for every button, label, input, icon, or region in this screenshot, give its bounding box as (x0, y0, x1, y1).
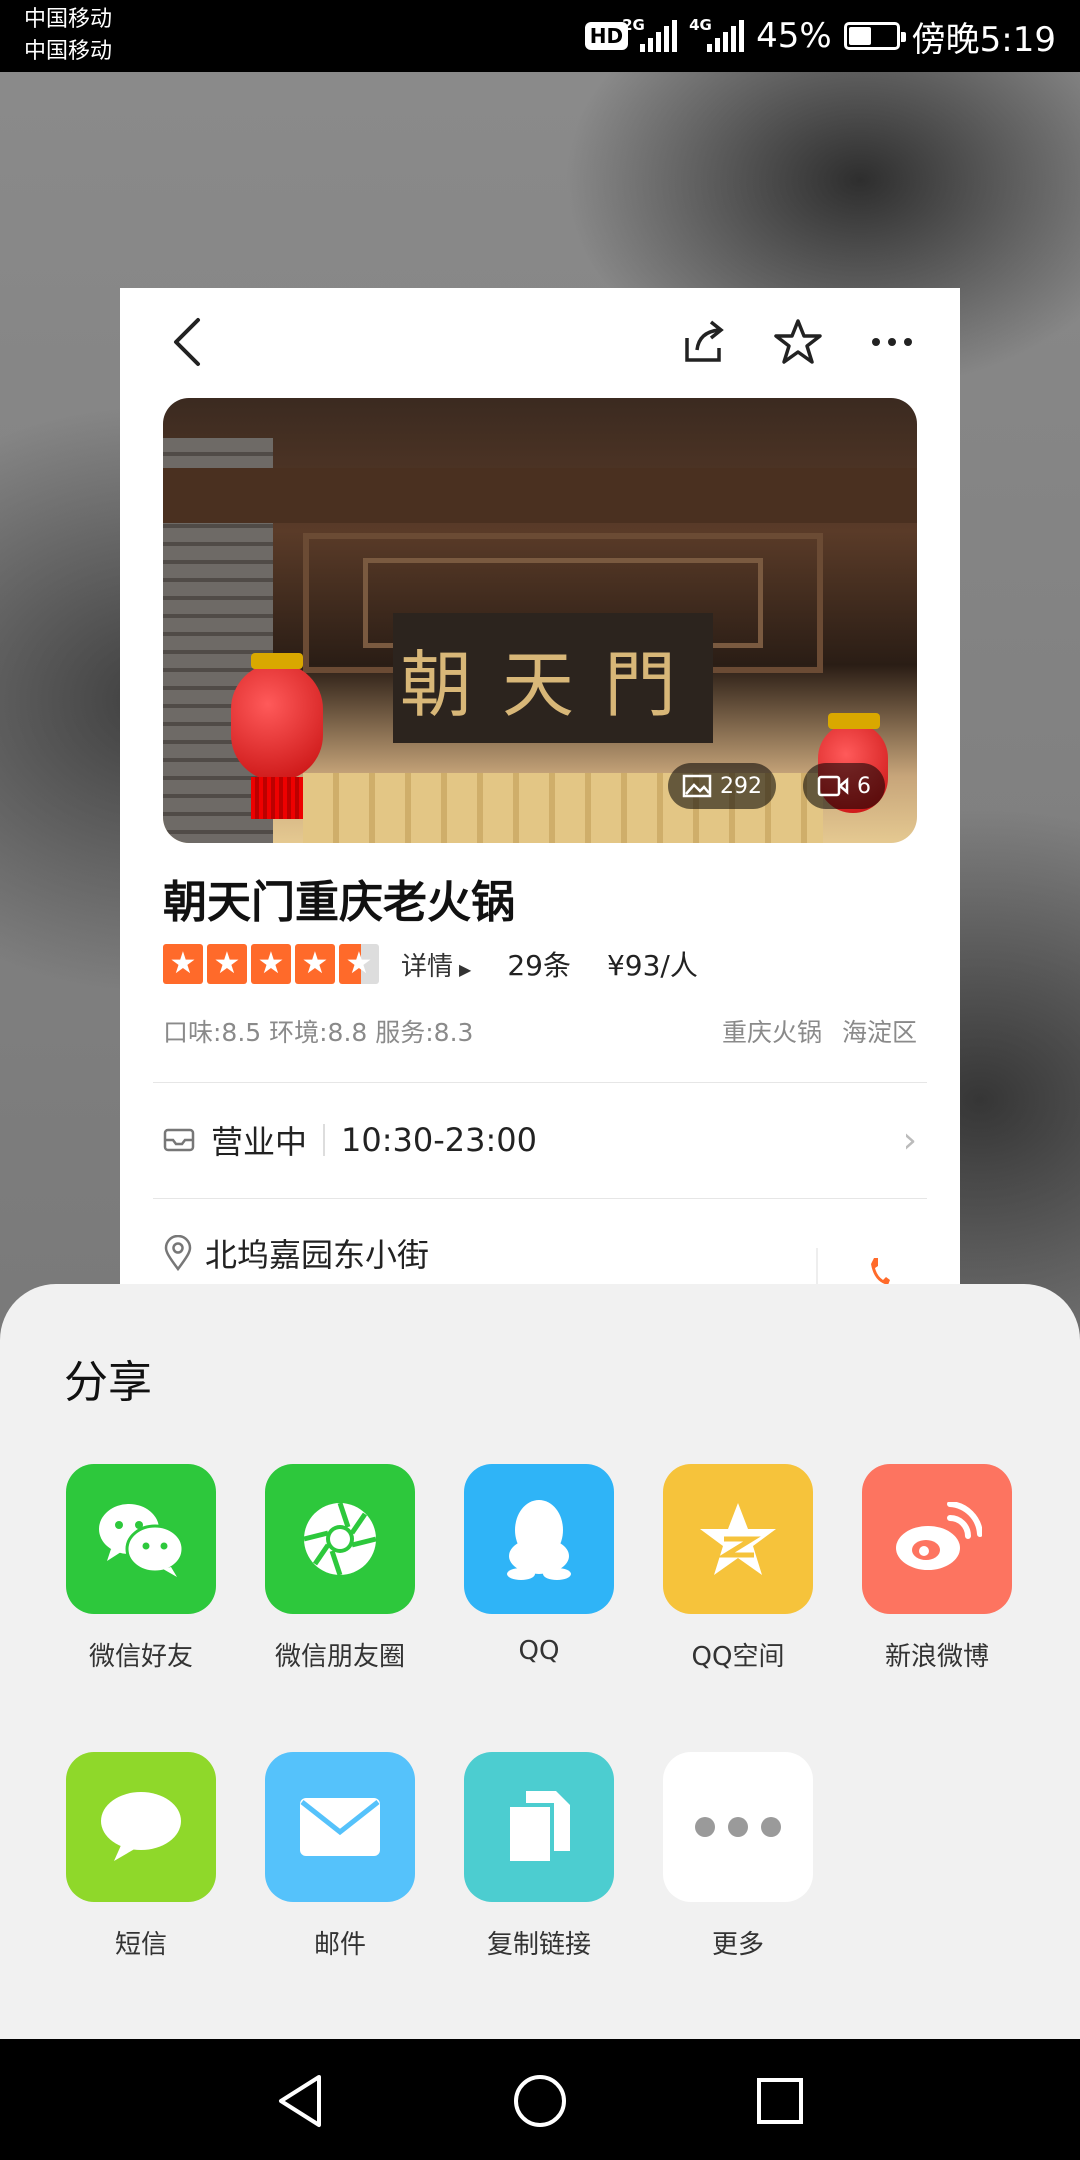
image-icon (682, 774, 712, 798)
shop-address: 北坞嘉园东小街 (205, 1236, 430, 1274)
half-star-icon: ★ (339, 944, 379, 984)
video-count-badge[interactable]: 6 (803, 763, 885, 809)
share-sheet: 分享 微信好友 微信朋友圈 QQ QQ空间 新浪微博 短信 邮件 复制链接 更多 (0, 1284, 1080, 2039)
top-toolbar (120, 288, 960, 398)
share-label: 更多 (711, 1930, 764, 1960)
rating-stars: ★ ★ ★ ★ ★ (163, 944, 379, 984)
shop-icon (163, 1128, 195, 1152)
carrier-2: 中国移动 (24, 39, 113, 64)
battery-percent: 45% (756, 16, 832, 56)
share-label: QQ (518, 1636, 560, 1666)
photo-count: 292 (720, 773, 762, 799)
more-options-icon[interactable] (862, 312, 922, 372)
share-label: 新浪微博 (884, 1642, 989, 1672)
shop-photo[interactable]: 朝天門 292 6 (163, 398, 917, 843)
nav-home-icon[interactable] (500, 2061, 580, 2141)
share-weibo[interactable]: 新浪微博 (852, 1464, 1022, 1673)
star-icon: ★ (295, 944, 335, 984)
share-label: 微信好友 (88, 1642, 193, 1672)
category-tag[interactable]: 重庆火锅 (722, 1013, 822, 1049)
wechat-icon (66, 1464, 216, 1614)
photo-count-badge[interactable]: 292 (668, 763, 776, 809)
star-icon: ★ (251, 944, 291, 984)
share-copy-link[interactable]: 复制链接 (454, 1752, 624, 1961)
share-mail[interactable]: 邮件 (255, 1752, 425, 1961)
moments-icon (265, 1464, 415, 1614)
share-sms[interactable]: 短信 (56, 1752, 226, 1961)
status-bar: 中国移动 中国移动 HD 2G 4G 45% 傍晚5:19 (0, 0, 1080, 72)
share-wechat-friends[interactable]: 微信好友 (56, 1464, 226, 1673)
qzone-icon (663, 1464, 813, 1614)
star-icon: ★ (207, 944, 247, 984)
carrier-1: 中国移动 (24, 7, 113, 32)
star-icon: ★ (163, 944, 203, 984)
signal-4g-icon: 4G (689, 16, 745, 52)
district-tag[interactable]: 海淀区 (842, 1013, 917, 1049)
share-qzone[interactable]: QQ空间 (653, 1464, 823, 1673)
clock: 傍晚5:19 (911, 19, 1056, 60)
shop-signboard: 朝天門 (393, 613, 713, 743)
opening-hours: 10:30-23:00 (341, 1121, 537, 1159)
shop-name: 朝天门重庆老火锅 (163, 877, 515, 928)
share-label: QQ空间 (691, 1642, 785, 1672)
back-icon[interactable] (158, 312, 218, 372)
sms-icon (66, 1752, 216, 1902)
weibo-icon (862, 1464, 1012, 1614)
business-hours-row[interactable]: 营业中 10:30-23:00 › (163, 1110, 917, 1170)
share-more[interactable]: 更多 (653, 1752, 823, 1961)
chevron-right-icon: › (902, 1119, 917, 1161)
favorite-star-icon[interactable] (768, 312, 828, 372)
nav-back-icon[interactable] (260, 2061, 340, 2141)
video-count: 6 (857, 773, 871, 799)
system-nav-bar (0, 2039, 1080, 2160)
battery-icon (843, 22, 906, 50)
share-label: 复制链接 (486, 1930, 591, 1960)
nav-recents-icon[interactable] (740, 2061, 820, 2141)
share-icon[interactable] (675, 312, 735, 372)
shop-card: 朝天門 292 6 朝天门重庆老火锅 ★ ★ ★ ★ ★ 详情 29条 ¥93/… (120, 288, 960, 1388)
divider (153, 1082, 927, 1083)
share-label: 短信 (114, 1930, 167, 1960)
share-qq[interactable]: QQ (454, 1464, 624, 1666)
signal-2g-icon: 2G (622, 16, 678, 52)
divider (153, 1198, 927, 1199)
copy-link-icon (464, 1752, 614, 1902)
rating-detail-link[interactable]: 详情 (401, 946, 471, 983)
share-label: 微信朋友圈 (274, 1642, 405, 1672)
share-sheet-title: 分享 (64, 1357, 152, 1408)
open-status: 营业中 (211, 1123, 308, 1161)
review-count: 29条 (507, 949, 571, 982)
score-breakdown: 口味:8.5 环境:8.8 服务:8.3 (163, 1018, 474, 1047)
avg-price: ¥93/人 (606, 949, 698, 982)
phone-icon[interactable] (868, 1256, 892, 1286)
lantern-left (231, 653, 323, 819)
share-wechat-moments[interactable]: 微信朋友圈 (255, 1464, 425, 1673)
more-icon (663, 1752, 813, 1902)
location-pin-icon (164, 1235, 192, 1271)
video-icon (817, 775, 849, 797)
share-label: 邮件 (313, 1930, 366, 1960)
mail-icon (265, 1752, 415, 1902)
address-row[interactable]: 北坞嘉园东小街 (163, 1230, 429, 1276)
shop-tags: 重庆火锅 海淀区 (722, 1013, 917, 1049)
qq-icon (464, 1464, 614, 1614)
rating-row: ★ ★ ★ ★ ★ 详情 29条 ¥93/人 (163, 944, 698, 984)
